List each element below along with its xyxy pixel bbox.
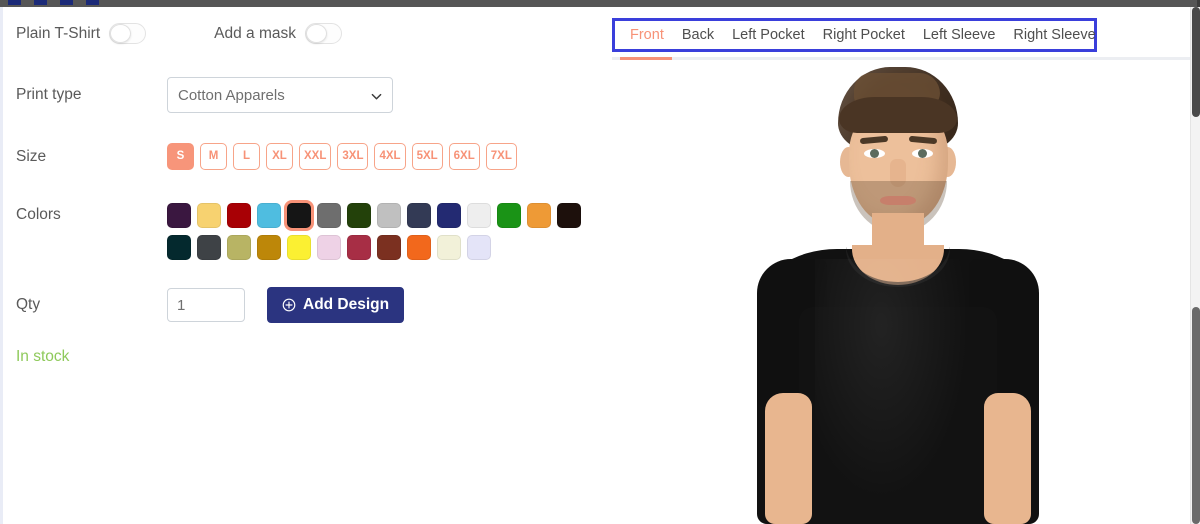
color-swatch[interactable] xyxy=(407,235,431,260)
product-designer-page: Plain T-Shirt Add a mask Print type Cott… xyxy=(0,0,1200,524)
scrollbar-thumb[interactable] xyxy=(1192,307,1200,524)
color-swatch[interactable] xyxy=(287,235,311,260)
preview-panel: Front Back Left Pocket Right Pocket Left Sle… xyxy=(603,7,1192,524)
color-swatch[interactable] xyxy=(167,235,191,260)
size-option-6xl[interactable]: 6XL xyxy=(448,143,480,170)
size-option-s[interactable]: S xyxy=(167,143,194,170)
color-swatch[interactable] xyxy=(347,203,371,228)
stock-status: In stock xyxy=(16,348,70,365)
tab-left-sleeve[interactable]: Left Sleeve xyxy=(914,28,1005,43)
color-swatch[interactable] xyxy=(317,203,341,228)
add-a-mask-toggle[interactable] xyxy=(305,23,342,44)
window-top-strip xyxy=(0,0,1200,7)
product-options-panel: Plain T-Shirt Add a mask Print type Cott… xyxy=(3,7,603,524)
color-swatch[interactable] xyxy=(227,203,251,228)
tshirt-body xyxy=(798,307,997,524)
toggle-row: Plain T-Shirt Add a mask xyxy=(16,23,436,44)
page-scrollbar[interactable] xyxy=(1190,7,1200,524)
color-swatch[interactable] xyxy=(257,235,281,260)
preview-tab-bar: Front Back Left Pocket Right Pocket Left Sle… xyxy=(615,21,1096,49)
qty-input[interactable] xyxy=(167,288,245,322)
model-arm-right xyxy=(983,393,1031,524)
size-option-xxl[interactable]: XXL xyxy=(299,143,332,170)
qty-row: Qty Add Design xyxy=(16,287,405,323)
color-swatch[interactable] xyxy=(467,203,491,228)
colors-label: Colors xyxy=(16,206,61,223)
print-type-value: Cotton Apparels xyxy=(178,86,285,104)
scrollbar-thumb-top[interactable] xyxy=(1192,7,1200,117)
tab-right-pocket[interactable]: Right Pocket xyxy=(814,28,914,43)
top-strip-marks xyxy=(8,0,188,5)
color-swatch[interactable] xyxy=(437,235,461,260)
color-swatch[interactable] xyxy=(197,235,221,260)
toggle-knob xyxy=(110,24,132,43)
tab-left-pocket[interactable]: Left Pocket xyxy=(723,28,814,43)
color-swatch[interactable] xyxy=(557,203,581,228)
color-swatches xyxy=(167,203,581,260)
tab-back[interactable]: Back xyxy=(673,28,723,43)
color-swatch[interactable] xyxy=(227,235,251,260)
color-swatch[interactable] xyxy=(497,203,521,228)
tab-front[interactable]: Front xyxy=(621,28,673,43)
color-swatch-row-1 xyxy=(167,203,581,228)
tab-bar-bottom-border xyxy=(612,57,1190,60)
plain-tshirt-toggle-group[interactable]: Plain T-Shirt xyxy=(16,23,147,44)
qty-label: Qty xyxy=(16,296,41,314)
plain-tshirt-toggle[interactable] xyxy=(109,23,147,44)
size-option-l[interactable]: L xyxy=(233,143,260,170)
color-swatch[interactable] xyxy=(467,235,491,260)
print-type-label: Print type xyxy=(16,86,82,104)
color-swatch[interactable] xyxy=(437,203,461,228)
chevron-down-icon xyxy=(371,89,382,100)
add-design-button[interactable]: Add Design xyxy=(267,287,405,323)
model-eye-left xyxy=(863,149,885,158)
color-swatch[interactable] xyxy=(377,203,401,228)
size-label: Size xyxy=(16,147,47,165)
size-option-4xl[interactable]: 4XL xyxy=(374,143,406,170)
tab-right-sleeve[interactable]: Right Sleeve xyxy=(1004,28,1104,43)
size-option-3xl[interactable]: 3XL xyxy=(337,143,369,170)
plain-tshirt-label: Plain T-Shirt xyxy=(16,24,101,42)
size-row: Size S M L XL XXL 3XL 4XL 5XL 6XL 7XL xyxy=(16,143,517,170)
active-tab-underline xyxy=(620,57,672,60)
toggle-knob xyxy=(306,24,327,43)
add-a-mask-toggle-group[interactable]: Add a mask xyxy=(214,23,342,44)
color-swatch[interactable] xyxy=(167,203,191,228)
size-option-7xl[interactable]: 7XL xyxy=(485,143,517,170)
size-option-xl[interactable]: XL xyxy=(266,143,293,170)
color-swatch[interactable] xyxy=(257,203,281,228)
color-swatch[interactable] xyxy=(197,203,221,228)
model-image xyxy=(733,63,1063,524)
size-option-5xl[interactable]: 5XL xyxy=(411,143,443,170)
model-fringe xyxy=(838,97,957,133)
plus-circle-icon xyxy=(282,298,296,312)
color-swatch[interactable] xyxy=(527,203,551,228)
model-arm-left xyxy=(764,393,812,524)
color-swatch-row-2 xyxy=(167,235,581,260)
model-mouth xyxy=(879,196,916,205)
color-swatch[interactable] xyxy=(377,235,401,260)
add-a-mask-label: Add a mask xyxy=(214,24,296,42)
model-eye-right xyxy=(911,149,933,158)
stock-row: In stock xyxy=(16,348,69,366)
print-type-select[interactable]: Cotton Apparels xyxy=(167,77,393,113)
colors-row: Colors xyxy=(16,203,581,260)
color-swatch[interactable] xyxy=(317,235,341,260)
size-option-m[interactable]: M xyxy=(200,143,227,170)
color-swatch[interactable] xyxy=(287,203,311,228)
add-design-label: Add Design xyxy=(303,296,390,313)
size-options: S M L XL XXL 3XL 4XL 5XL 6XL 7XL xyxy=(167,143,517,170)
color-swatch[interactable] xyxy=(347,235,371,260)
tshirt-preview-stage[interactable] xyxy=(603,63,1192,524)
print-type-row: Print type Cotton Apparels xyxy=(16,77,393,113)
color-swatch[interactable] xyxy=(407,203,431,228)
